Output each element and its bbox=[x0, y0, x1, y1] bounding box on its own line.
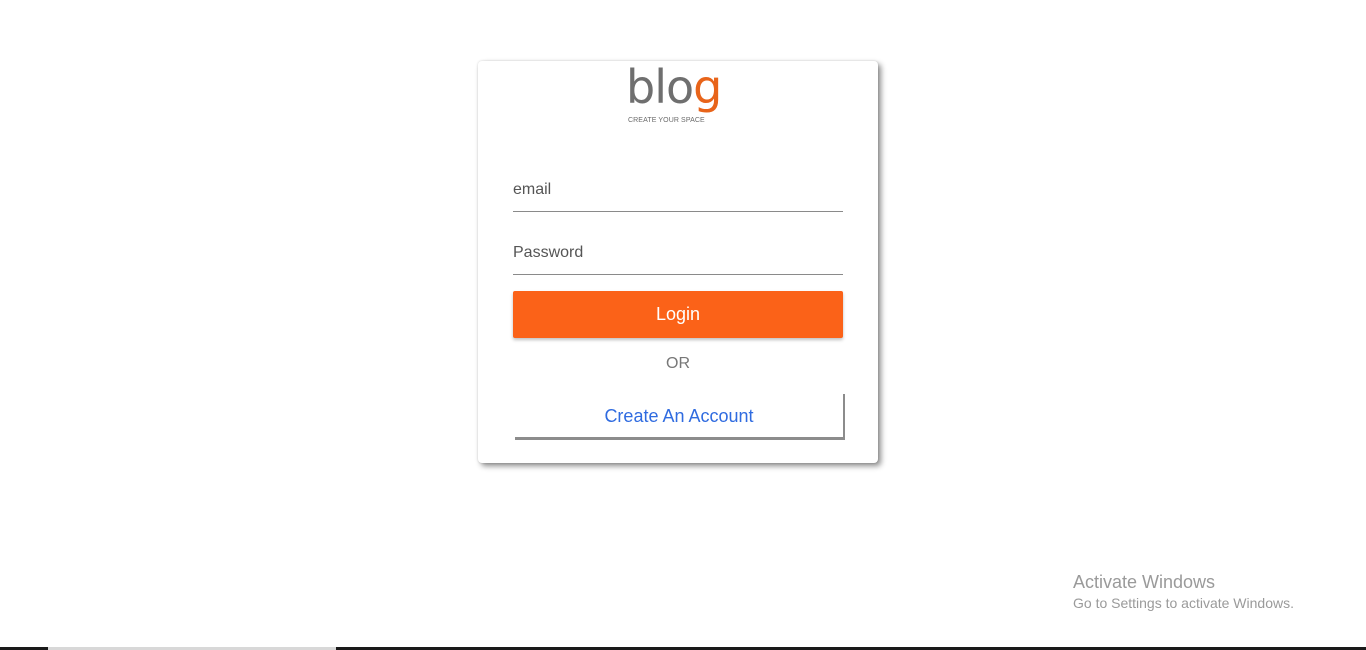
or-divider-text: OR bbox=[666, 355, 690, 372]
create-account-button[interactable]: Create An Account bbox=[515, 394, 845, 440]
watermark-subtitle: Go to Settings to activate Windows. bbox=[1073, 595, 1294, 611]
login-page: blog CREATE YOUR SPACE Login OR Create A… bbox=[0, 0, 1366, 650]
email-field[interactable] bbox=[513, 168, 843, 212]
password-field[interactable] bbox=[513, 231, 843, 275]
activate-windows-watermark: Activate Windows Go to Settings to activ… bbox=[1073, 571, 1294, 613]
logo-accent-text: g bbox=[693, 60, 722, 114]
logo-tagline: CREATE YOUR SPACE bbox=[628, 117, 705, 124]
logo-main-text: blo bbox=[626, 60, 694, 114]
blog-logo: blog CREATE YOUR SPACE bbox=[626, 60, 730, 127]
logo-wordmark: blog bbox=[626, 57, 722, 117]
login-card: blog CREATE YOUR SPACE Login OR Create A… bbox=[478, 60, 878, 463]
watermark-title: Activate Windows bbox=[1073, 572, 1216, 592]
login-button[interactable]: Login bbox=[513, 291, 843, 338]
